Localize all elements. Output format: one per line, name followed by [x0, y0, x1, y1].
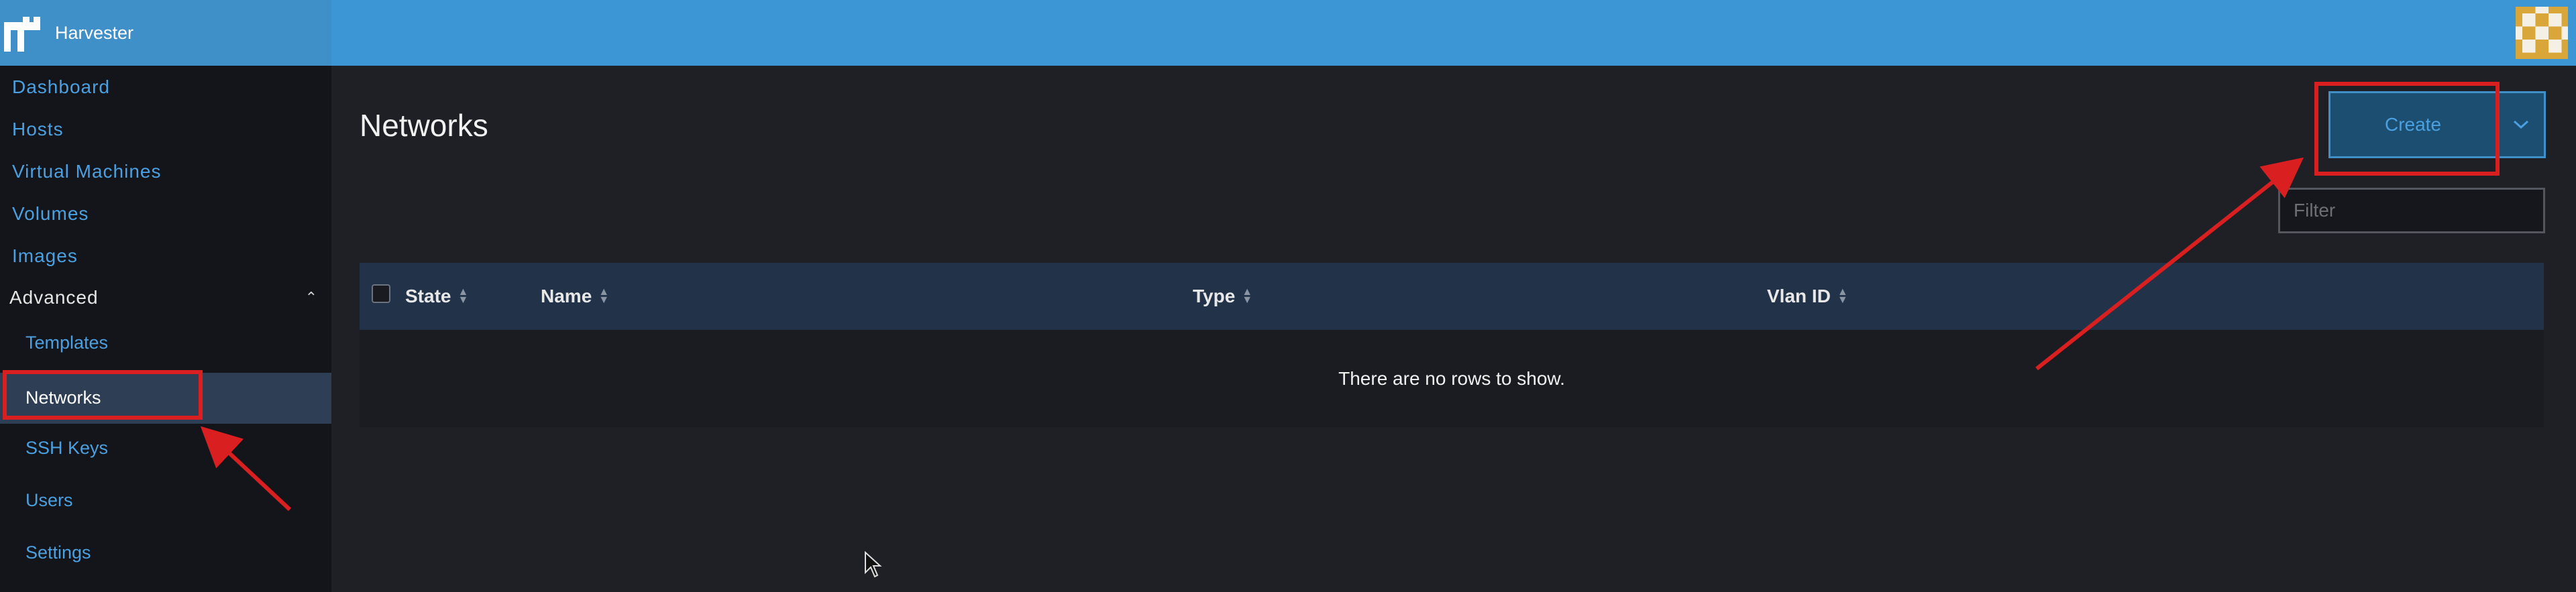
arrow-to-networks	[200, 426, 292, 512]
arrow-to-create	[2035, 157, 2304, 371]
annotation-arrows	[200, 157, 2304, 512]
mouse-cursor-icon	[865, 551, 882, 578]
